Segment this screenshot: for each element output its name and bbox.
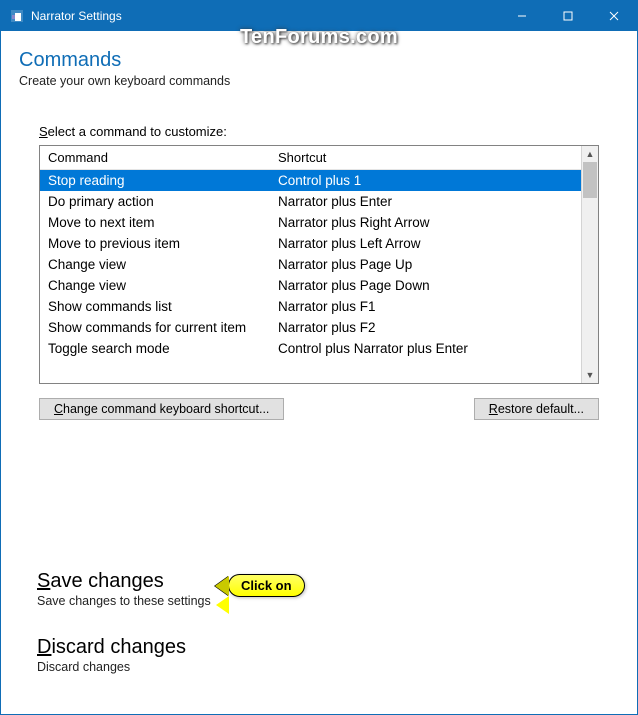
save-changes-desc: Save changes to these settings: [37, 594, 619, 608]
col-shortcut[interactable]: Shortcut: [270, 146, 581, 169]
table-header: Command Shortcut: [40, 146, 581, 170]
cell-shortcut: Narrator plus Enter: [270, 193, 581, 210]
maximize-button[interactable]: [545, 1, 591, 31]
cell-command: Show commands for current item: [40, 319, 270, 336]
cell-command: Stop reading: [40, 172, 270, 189]
col-command[interactable]: Command: [40, 146, 270, 169]
callout-annotation: Click on: [215, 574, 305, 597]
table-row[interactable]: Change viewNarrator plus Page Up: [40, 254, 581, 275]
scroll-thumb[interactable]: [583, 162, 597, 198]
titlebar: Narrator Settings: [1, 1, 637, 31]
table-row[interactable]: Move to previous itemNarrator plus Left …: [40, 233, 581, 254]
close-button[interactable]: [591, 1, 637, 31]
table-row[interactable]: Do primary actionNarrator plus Enter: [40, 191, 581, 212]
page-subtitle: Create your own keyboard commands: [19, 74, 619, 88]
cell-command: Change view: [40, 256, 270, 273]
save-changes-block: Save changes Save changes to these setti…: [37, 570, 619, 608]
cell-shortcut: Control plus 1: [270, 172, 581, 189]
cell-command: Move to next item: [40, 214, 270, 231]
scroll-up-icon[interactable]: ▲: [582, 146, 598, 162]
cell-shortcut: Narrator plus Left Arrow: [270, 235, 581, 252]
scrollbar[interactable]: ▲ ▼: [581, 146, 598, 383]
cell-shortcut: Narrator plus F1: [270, 298, 581, 315]
discard-changes-desc: Discard changes: [37, 660, 619, 674]
cell-command: Do primary action: [40, 193, 270, 210]
table-row[interactable]: Move to next itemNarrator plus Right Arr…: [40, 212, 581, 233]
app-icon: [9, 8, 25, 24]
callout-text: Click on: [228, 574, 305, 597]
table-row[interactable]: Change viewNarrator plus Page Down: [40, 275, 581, 296]
cell-shortcut: Narrator plus Right Arrow: [270, 214, 581, 231]
table-row[interactable]: Show commands for current itemNarrator p…: [40, 317, 581, 338]
discard-changes-link[interactable]: Discard changes: [37, 636, 619, 659]
table-row[interactable]: Stop readingControl plus 1: [40, 170, 581, 191]
cell-command: Show commands list: [40, 298, 270, 315]
cell-command: Move to previous item: [40, 235, 270, 252]
cell-command: Change view: [40, 277, 270, 294]
cell-command: Toggle search mode: [40, 340, 270, 357]
restore-default-button[interactable]: Restore default...: [474, 398, 599, 420]
table-row[interactable]: Show commands listNarrator plus F1: [40, 296, 581, 317]
save-changes-link[interactable]: Save changes: [37, 570, 619, 593]
window-title: Narrator Settings: [31, 9, 122, 23]
commands-table[interactable]: Command Shortcut Stop readingControl plu…: [39, 145, 599, 384]
section-label: Select a command to customize:: [39, 124, 619, 139]
change-shortcut-button[interactable]: Change command keyboard shortcut...: [39, 398, 284, 420]
discard-changes-block: Discard changes Discard changes: [37, 636, 619, 674]
cell-shortcut: Control plus Narrator plus Enter: [270, 340, 581, 357]
cell-shortcut: Narrator plus Page Down: [270, 277, 581, 294]
cell-shortcut: Narrator plus Page Up: [270, 256, 581, 273]
minimize-button[interactable]: [499, 1, 545, 31]
cell-shortcut: Narrator plus F2: [270, 319, 581, 336]
page-title: Commands: [19, 49, 619, 72]
table-row[interactable]: Toggle search modeControl plus Narrator …: [40, 338, 581, 359]
scroll-down-icon[interactable]: ▼: [582, 367, 598, 383]
